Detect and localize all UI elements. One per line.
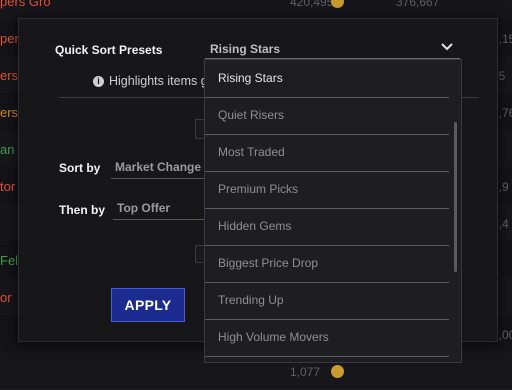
- dropdown-option[interactable]: Hidden Gems: [205, 208, 449, 246]
- presets-dropdown[interactable]: Rising Stars: [205, 38, 460, 59]
- apply-button[interactable]: APPLY: [111, 288, 185, 322]
- dropdown-option-label: Rising Stars: [218, 71, 283, 85]
- then-by-label: Then by: [59, 203, 106, 217]
- presets-dropdown-list: High Volume Movers Trending Up Biggest Pri…: [204, 59, 462, 363]
- dropdown-option-label: Biggest Price Drop: [218, 256, 319, 270]
- dropdown-option-label: Hidden Gems: [218, 219, 292, 233]
- dropdown-option-label: Quiet Risers: [218, 108, 285, 122]
- background-row-name: or: [0, 290, 12, 305]
- coin-icon: [331, 0, 344, 8]
- dropdown-option[interactable]: Trending Up: [205, 282, 449, 320]
- dropdown-option[interactable]: Quiet Risers: [205, 97, 449, 135]
- dropdown-option[interactable]: Most Traded: [205, 134, 449, 172]
- info-row: i Highlights items g: [93, 74, 208, 88]
- background-row-value: 376,667: [396, 0, 440, 9]
- background-row-value: 420,495: [290, 0, 334, 9]
- background-row-value: 1,077: [290, 365, 321, 379]
- info-text: Highlights items g: [109, 74, 208, 88]
- background-row: pers Gro 420,495 376,667: [0, 0, 512, 20]
- coin-icon: [331, 365, 344, 378]
- info-icon: i: [93, 76, 104, 87]
- dropdown-option-label: Trending Up: [218, 293, 284, 307]
- chevron-down-icon: [441, 43, 453, 51]
- background-row-name: pers Gro: [0, 0, 51, 9]
- dropdown-option[interactable]: Rising Stars: [205, 60, 449, 98]
- then-by-value: Top Offer: [117, 201, 171, 215]
- dropdown-option-label: Most Traded: [218, 145, 285, 159]
- presets-label: Quick Sort Presets: [55, 43, 163, 57]
- background-row-name: tor: [0, 179, 16, 194]
- dropdown-option[interactable]: Biggest Price Drop: [205, 245, 449, 283]
- dropdown-option-label: High Volume Movers: [218, 330, 329, 344]
- sort-by-value: Market Change: [115, 160, 202, 174]
- sort-by-label: Sort by: [59, 161, 101, 175]
- presets-selected-value: Rising Stars: [210, 42, 281, 56]
- dropdown-option-label: Premium Picks: [218, 182, 299, 196]
- dropdown-option[interactable]: High Volume Movers: [205, 319, 449, 357]
- dropdown-option[interactable]: Premium Picks: [205, 171, 449, 209]
- dropdown-scrollbar[interactable]: [454, 122, 457, 272]
